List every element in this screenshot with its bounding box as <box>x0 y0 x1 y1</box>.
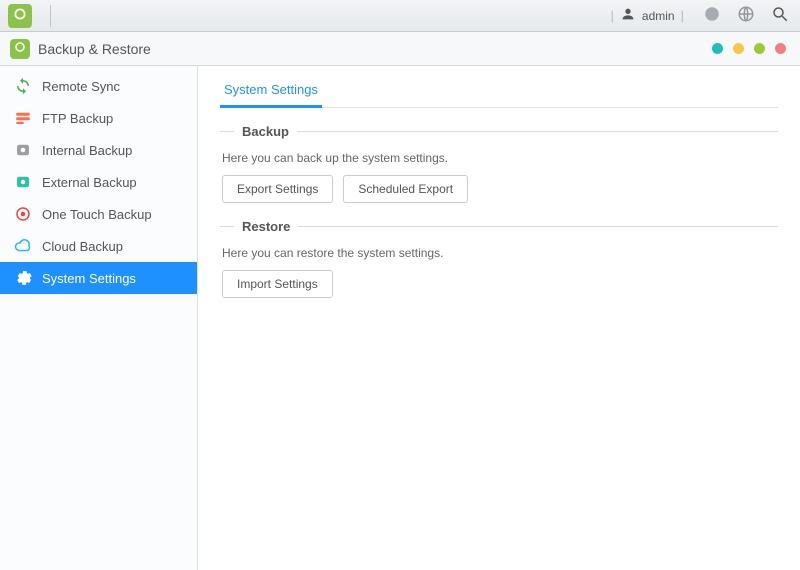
section-title: Backup <box>242 124 289 139</box>
sidebar-item-internal-backup[interactable]: Internal Backup <box>0 134 197 166</box>
ftp-icon <box>14 109 32 127</box>
home-button[interactable] <box>8 4 32 28</box>
divider <box>220 131 234 132</box>
sidebar-item-label: Remote Sync <box>42 79 120 94</box>
divider: | <box>611 8 614 23</box>
window-titlebar: Backup & Restore <box>0 32 800 66</box>
search-button[interactable] <box>768 4 792 28</box>
import-settings-button[interactable]: Import Settings <box>222 270 333 298</box>
gear-icon <box>14 269 32 287</box>
window-light-red[interactable] <box>775 43 786 54</box>
window-light-teal[interactable] <box>712 43 723 54</box>
circle-logo-icon <box>14 41 26 56</box>
notifications-button[interactable] <box>700 4 724 28</box>
section-legend: Backup <box>220 124 778 139</box>
export-settings-button[interactable]: Export Settings <box>222 175 333 203</box>
user-label: admin <box>642 9 675 23</box>
sidebar-item-one-touch-backup[interactable]: One Touch Backup <box>0 198 197 230</box>
cloud-icon <box>14 237 32 255</box>
sidebar-item-label: System Settings <box>42 271 136 286</box>
sidebar-item-label: External Backup <box>42 175 137 190</box>
sidebar-item-label: Cloud Backup <box>42 239 123 254</box>
section-description: Here you can restore the system settings… <box>222 246 778 260</box>
scheduled-export-button[interactable]: Scheduled Export <box>343 175 468 203</box>
sidebar: Remote Sync FTP Backup Internal Backup E… <box>0 66 198 570</box>
section-backup: Backup Here you can back up the system s… <box>220 124 778 203</box>
section-description: Here you can back up the system settings… <box>222 151 778 165</box>
divider <box>298 226 778 227</box>
network-button[interactable] <box>734 4 758 28</box>
app-title: Backup & Restore <box>38 41 151 57</box>
divider <box>50 5 51 27</box>
window-controls <box>712 43 786 54</box>
user-icon <box>620 6 636 25</box>
divider <box>297 131 778 132</box>
app-icon <box>10 39 30 59</box>
target-icon <box>14 205 32 223</box>
sidebar-item-external-backup[interactable]: External Backup <box>0 166 197 198</box>
section-legend: Restore <box>220 219 778 234</box>
section-title: Restore <box>242 219 290 234</box>
bell-icon <box>703 5 721 26</box>
user-menu[interactable]: admin <box>620 6 675 25</box>
tab-bar: System Settings <box>220 72 778 108</box>
divider: | <box>681 8 684 23</box>
window-light-yellow[interactable] <box>733 43 744 54</box>
sidebar-item-label: FTP Backup <box>42 111 113 126</box>
sidebar-item-label: One Touch Backup <box>42 207 152 222</box>
circle-logo-icon <box>13 7 27 24</box>
sidebar-item-system-settings[interactable]: System Settings <box>0 262 197 294</box>
globe-icon <box>737 5 755 26</box>
divider <box>220 226 234 227</box>
tab-label: System Settings <box>224 82 318 97</box>
window-light-green[interactable] <box>754 43 765 54</box>
external-icon <box>14 173 32 191</box>
section-restore: Restore Here you can restore the system … <box>220 219 778 298</box>
hdd-icon <box>14 141 32 159</box>
sidebar-item-label: Internal Backup <box>42 143 132 158</box>
sidebar-item-remote-sync[interactable]: Remote Sync <box>0 70 197 102</box>
search-icon <box>771 5 789 26</box>
content-pane: System Settings Backup Here you can back… <box>198 66 800 570</box>
sidebar-item-ftp-backup[interactable]: FTP Backup <box>0 102 197 134</box>
workspace: Remote Sync FTP Backup Internal Backup E… <box>0 66 800 570</box>
system-bar: | admin | <box>0 0 800 32</box>
tab-system-settings[interactable]: System Settings <box>220 72 322 108</box>
sidebar-item-cloud-backup[interactable]: Cloud Backup <box>0 230 197 262</box>
sync-icon <box>14 77 32 95</box>
